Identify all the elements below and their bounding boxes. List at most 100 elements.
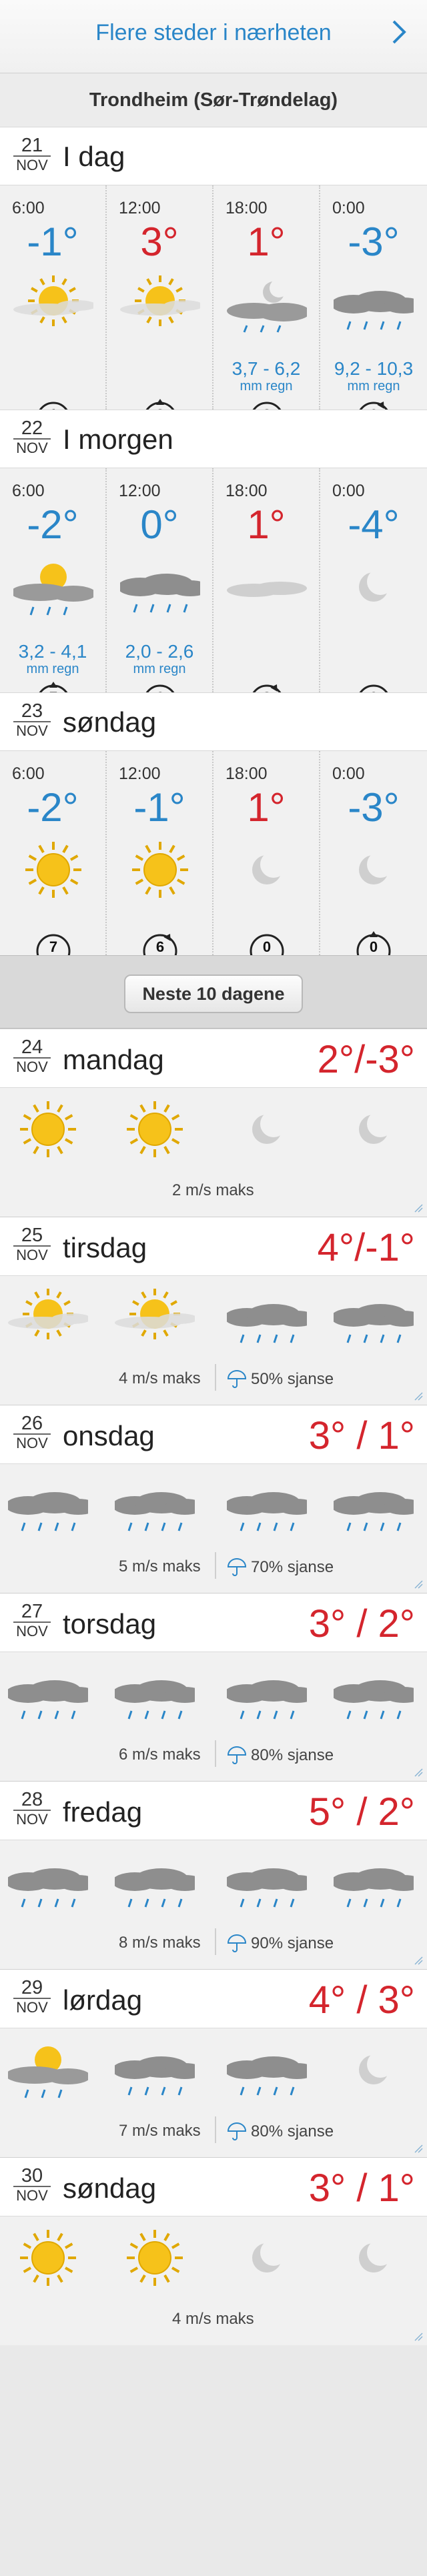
cloud-rain-icon [331, 1660, 424, 1727]
rain-chance-text: 50% sjanse [251, 1370, 334, 1388]
ten-day-forecast: 24 NOV mandag 2°/-3° 2 m/s maks 25 NOV t… [0, 1029, 427, 2345]
forecast-day[interactable]: 30 NOV søndag 3° / 1° 4 m/s maks [0, 2157, 427, 2345]
expand-corner-icon[interactable] [414, 1203, 423, 1213]
date-badge: 27 NOV [13, 1601, 51, 1640]
precipitation-range: 2,0 - 2,6 mm regn [107, 642, 212, 678]
period-column[interactable]: 6:00 -1° 1 m/s [0, 185, 107, 438]
period-temperature: -2° [27, 502, 79, 547]
period-column[interactable]: 6:00 -2° 7 m/s [0, 751, 107, 969]
cloud-rain-icon [331, 1284, 424, 1351]
day-header[interactable]: 22 NOV I morgen [0, 410, 427, 468]
day-title: mandag [63, 1044, 164, 1075]
cloud-rain-icon [224, 1472, 317, 1539]
period-column[interactable]: 18:00 1° 3,7 - 6,2mm regn 2 m/s [214, 185, 320, 436]
high-low-temperature: 2°/-3° [317, 1038, 415, 1081]
forecast-day[interactable]: 26 NOV onsdag 3° / 1° 5 m/s maks 70% sja… [0, 1405, 427, 1593]
period-temperature: 1° [247, 502, 286, 547]
cloud-rain-icon [224, 1848, 317, 1915]
period-time: 0:00 [332, 764, 365, 783]
forecast-day[interactable]: 24 NOV mandag 2°/-3° 2 m/s maks [0, 1029, 427, 1217]
cloud-rain-icon [112, 1848, 205, 1915]
expand-corner-icon[interactable] [414, 1768, 423, 1777]
moon-icon [227, 836, 307, 903]
period-temperature: 1° [247, 785, 286, 830]
forecast-day[interactable]: 29 NOV lørdag 4° / 3° 7 m/s maks 80% sja… [0, 1969, 427, 2157]
expand-corner-icon[interactable] [414, 2332, 423, 2341]
day-header[interactable]: 23 NOV søndag [0, 692, 427, 751]
umbrella-icon [227, 1370, 247, 1388]
date-month: NOV [16, 1811, 48, 1828]
date-number: 30 [13, 2166, 51, 2187]
period-time: 18:00 [226, 199, 268, 217]
period-column[interactable]: 0:00 -3° 0 m/s [320, 751, 427, 969]
expand-corner-icon[interactable] [414, 2144, 423, 2153]
fog-icon [227, 554, 307, 620]
date-month: NOV [16, 440, 48, 456]
day-title: I dag [63, 141, 125, 172]
rain-chance: 70% sjanse [227, 1557, 334, 1577]
sun-cloud-rain-icon [5, 2036, 91, 2103]
chevron-right-icon[interactable] [386, 19, 412, 45]
precipitation-unit: mm regn [26, 662, 79, 676]
next-days-bar: Neste 10 dagene [0, 955, 427, 1029]
forecast-day[interactable]: 25 NOV tirsdag 4°/-1° 4 m/s maks 50% sja… [0, 1217, 427, 1405]
next-10-days-button[interactable]: Neste 10 dagene [124, 975, 303, 1013]
forecast-day-header: 29 NOV lørdag 4° / 3° [0, 1970, 427, 2028]
forecast-day[interactable]: 28 NOV fredag 5° / 2° 8 m/s maks 90% sja… [0, 1781, 427, 1969]
cloud-rain-icon [331, 1848, 424, 1915]
forecast-icons [0, 1096, 427, 1169]
nearby-places-link[interactable]: Flere steder i nærheten [0, 20, 427, 46]
moon-icon [334, 554, 414, 620]
period-column[interactable]: 12:00 0° 2,0 - 2,6mm regn 6 m/s [107, 468, 214, 719]
top-bar[interactable]: Flere steder i nærheten [0, 0, 427, 73]
cloud-rain-icon [224, 1284, 317, 1351]
date-badge: 26 NOV [13, 1413, 51, 1452]
forecast-day[interactable]: 27 NOV torsdag 3° / 2° 6 m/s maks 80% sj… [0, 1593, 427, 1781]
period-time: 18:00 [226, 764, 268, 783]
place-header: Trondheim (Sør-Trøndelag) [0, 73, 427, 127]
date-month: NOV [16, 722, 48, 739]
date-badge: 21 NOV [13, 135, 51, 174]
period-column[interactable]: 6:00 -2° 3,2 - 4,1mm regn 7 m/s [0, 468, 107, 719]
precipitation-amount: 3,2 - 4,1 [18, 641, 87, 662]
expand-corner-icon[interactable] [414, 1956, 423, 1965]
date-number: 27 [13, 1601, 51, 1623]
precipitation-range: 3,7 - 6,2 mm regn [214, 360, 319, 395]
precipitation-unit: mm regn [347, 379, 400, 394]
period-time: 12:00 [119, 482, 161, 500]
expand-corner-icon[interactable] [414, 1579, 423, 1589]
forecast-icons [0, 1284, 427, 1357]
expand-corner-icon[interactable] [414, 1391, 423, 1401]
forecast-footer: 5 m/s maks 70% sjanse [0, 1552, 427, 1583]
day-title: torsdag [63, 1608, 157, 1640]
date-number: 26 [13, 1413, 51, 1435]
date-number: 24 [13, 1037, 51, 1059]
moon-icon [227, 2224, 307, 2291]
date-badge: 23 NOV [13, 701, 51, 740]
forecast-icons [0, 1472, 427, 1545]
forecast-day-header: 27 NOV torsdag 3° / 2° [0, 1593, 427, 1652]
period-column[interactable]: 12:00 3° 2 m/s [107, 185, 214, 436]
sun-icon [115, 1096, 195, 1163]
max-wind: 7 m/s maks [119, 2122, 201, 2140]
period-column[interactable]: 18:00 1° 0 m/s [214, 751, 320, 971]
divider [215, 1740, 216, 1767]
date-badge: 24 NOV [13, 1037, 51, 1076]
period-column[interactable]: 0:00 -3° 9,2 - 10,3mm regn 6 m/s [320, 185, 427, 436]
cloud-rain-icon [5, 1472, 98, 1539]
divider [215, 2116, 216, 2143]
period-temperature: -4° [348, 502, 400, 547]
umbrella-icon [227, 2122, 247, 2140]
max-wind: 4 m/s maks [119, 1369, 201, 1387]
date-number: 21 [13, 135, 51, 157]
period-column[interactable]: 18:00 1° 3 m/s [214, 468, 320, 719]
rain-chance-text: 80% sjanse [251, 1746, 334, 1764]
sun-fog-icon [120, 271, 203, 338]
date-number: 23 [13, 701, 51, 722]
period-column[interactable]: 12:00 -1° 6 m/s [107, 751, 214, 969]
sun-icon [115, 2224, 195, 2291]
period-column[interactable]: 0:00 -4° 0 m/s [320, 468, 427, 721]
precipitation-amount: 3,7 - 6,2 [232, 358, 301, 379]
day-header[interactable]: 21 NOV I dag [0, 127, 427, 185]
forecast-day-header: 30 NOV søndag 3° / 1° [0, 2158, 427, 2216]
